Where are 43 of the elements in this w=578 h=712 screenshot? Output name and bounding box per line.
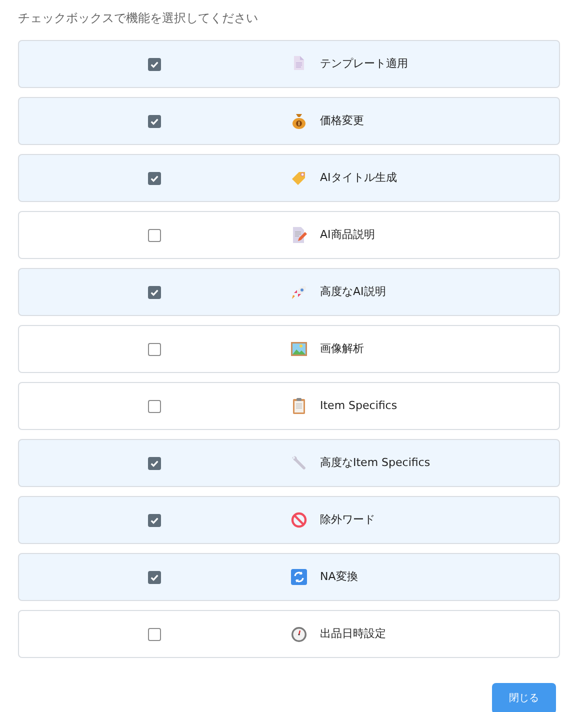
- feature-label: 画像解析: [320, 340, 364, 357]
- feature-label: テンプレート適用: [320, 56, 408, 72]
- feature-label: 価格変更: [320, 112, 364, 129]
- checkbox[interactable]: [148, 628, 160, 640]
- prohibited-icon: [290, 511, 308, 529]
- checkbox[interactable]: [148, 286, 160, 298]
- landscape-picture-icon: [290, 340, 308, 358]
- tag-icon: [290, 169, 308, 187]
- money-bag-icon: [290, 112, 308, 130]
- feature-label: AI商品説明: [320, 226, 375, 243]
- feature-label: AIタイトル生成: [320, 170, 397, 186]
- wrench-icon: [290, 454, 308, 472]
- feature-row[interactable]: 高度なItem Specifics: [18, 439, 560, 487]
- feature-row[interactable]: 出品日時設定: [18, 610, 560, 658]
- checkbox[interactable]: [148, 114, 160, 128]
- feature-row[interactable]: 画像解析: [18, 325, 560, 373]
- checkbox[interactable]: [148, 456, 160, 470]
- feature-row[interactable]: NA変換: [18, 553, 560, 601]
- feature-label: 高度なAI説明: [320, 284, 386, 300]
- feature-label: 高度なItem Specifics: [320, 454, 430, 471]
- checkbox[interactable]: [148, 172, 160, 184]
- feature-label: NA変換: [320, 568, 358, 585]
- refresh-arrows-icon: [290, 568, 308, 586]
- checkbox[interactable]: [148, 514, 160, 526]
- feature-row[interactable]: AIタイトル生成: [18, 154, 560, 202]
- clipboard-icon: [290, 397, 308, 415]
- feature-label: 除外ワード: [320, 512, 375, 528]
- feature-row[interactable]: Item Specifics: [18, 382, 560, 430]
- feature-row[interactable]: 価格変更: [18, 97, 560, 145]
- feature-row[interactable]: テンプレート適用: [18, 40, 560, 88]
- checkbox[interactable]: [148, 228, 160, 242]
- feature-label: Item Specifics: [320, 398, 398, 414]
- feature-label: 出品日時設定: [320, 626, 386, 642]
- checkbox[interactable]: [148, 400, 160, 412]
- checkbox[interactable]: [148, 58, 160, 70]
- checkbox[interactable]: [148, 342, 160, 356]
- feature-row[interactable]: 除外ワード: [18, 496, 560, 544]
- memo-pencil-icon: [290, 226, 308, 244]
- feature-row[interactable]: 高度なAI説明: [18, 268, 560, 316]
- stopwatch-icon: [290, 625, 308, 643]
- instruction-text: チェックボックスで機能を選択してください: [18, 10, 258, 27]
- feature-row[interactable]: AI商品説明: [18, 211, 560, 259]
- checkbox[interactable]: [148, 570, 160, 584]
